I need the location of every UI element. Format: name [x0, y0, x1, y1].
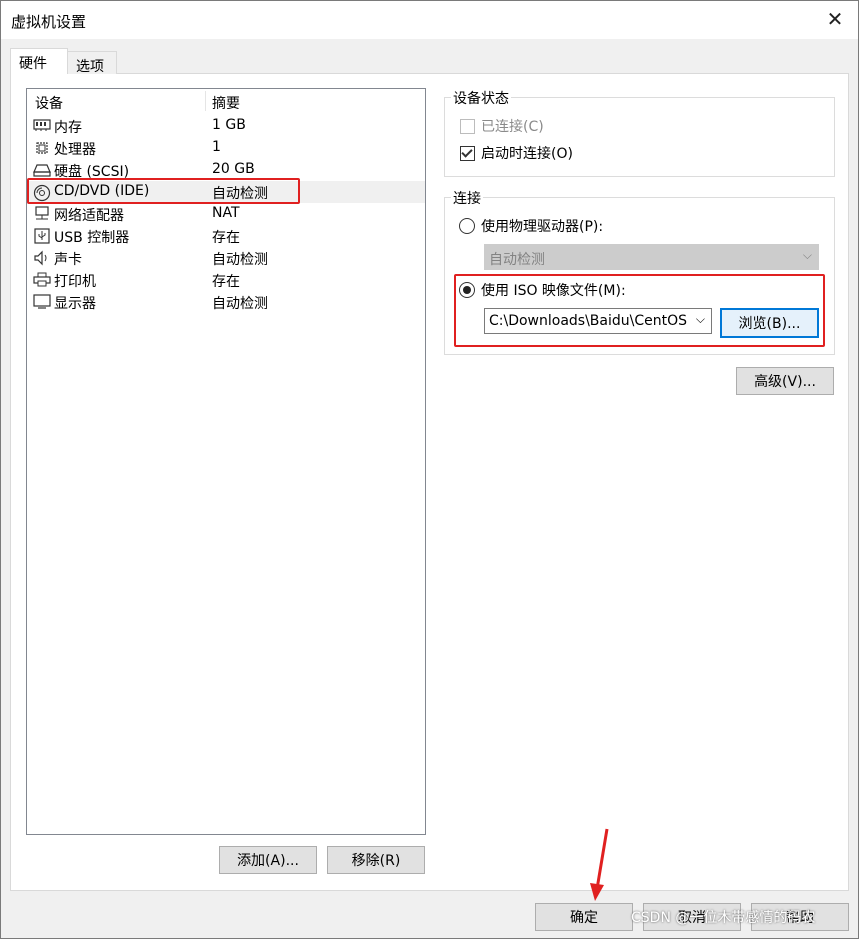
close-icon: ✕ [826, 7, 844, 31]
sound-icon [33, 250, 51, 266]
vm-settings-dialog: 虚拟机设置 ✕ 硬件 选项 设备 摘要 内存 1 GB 处理器 1 硬盘 (SC… [0, 0, 859, 939]
device-name: USB 控制器 [54, 230, 130, 246]
device-summary: 存在 [212, 230, 240, 246]
device-name: 显示器 [54, 296, 96, 312]
highlight-iso-section [454, 274, 825, 347]
checkbox-box [460, 145, 475, 161]
device-summary: 自动检测 [212, 296, 268, 312]
tab-options[interactable]: 选项 [67, 51, 117, 75]
column-header-device[interactable]: 设备 [35, 93, 63, 113]
device-name: 声卡 [54, 252, 82, 268]
device-row-usb-controller[interactable]: USB 控制器 存在 [27, 225, 425, 247]
device-name: 打印机 [54, 274, 96, 290]
device-name: 网络适配器 [54, 208, 124, 224]
close-button[interactable]: ✕ [812, 1, 858, 37]
memory-icon [33, 118, 51, 134]
device-status-group [444, 97, 835, 177]
hard-disk-icon [33, 162, 51, 178]
column-divider [205, 91, 206, 111]
physical-drive-radio[interactable]: 使用物理驱动器(P): [459, 216, 603, 236]
device-name: 内存 [54, 120, 82, 136]
cpu-icon [33, 140, 51, 156]
check-icon [461, 145, 473, 158]
device-row-processor[interactable]: 处理器 1 [27, 137, 425, 159]
device-summary: NAT [212, 205, 240, 221]
device-summary: 1 [212, 139, 221, 155]
advanced-button[interactable]: 高级(V)... [736, 367, 834, 395]
connect-on-start-checkbox[interactable]: 启动时连接(O) [460, 143, 573, 163]
column-header-summary[interactable]: 摘要 [212, 93, 240, 113]
device-row-printer[interactable]: 打印机 存在 [27, 269, 425, 291]
connected-checkbox[interactable]: 已连接(C) [460, 116, 544, 136]
display-icon [33, 294, 51, 310]
device-row-memory[interactable]: 内存 1 GB [27, 115, 425, 137]
tab-hardware[interactable]: 硬件 [10, 48, 68, 74]
chevron-down-icon: ⌵ [802, 248, 812, 262]
add-button[interactable]: 添加(A)... [219, 846, 317, 874]
device-row-sound-card[interactable]: 声卡 自动检测 [27, 247, 425, 269]
watermark: CSDN @一位木带感情的码农 [631, 910, 816, 926]
device-status-title: 设备状态 [451, 88, 511, 108]
device-summary: 自动检测 [212, 252, 268, 268]
connection-title: 连接 [451, 188, 483, 208]
remove-button[interactable]: 移除(R) [327, 846, 425, 874]
printer-icon [33, 272, 51, 288]
device-summary: 20 GB [212, 161, 255, 177]
window-title: 虚拟机设置 [11, 13, 87, 31]
ok-button[interactable]: 确定 [535, 903, 633, 931]
red-arrow-annotation [590, 828, 609, 901]
device-row-network-adapter[interactable]: 网络适配器 NAT [27, 203, 425, 225]
device-summary: 存在 [212, 274, 240, 290]
highlight-cd-dvd-row [27, 178, 300, 204]
physical-drive-select: 自动检测 ⌵ [484, 244, 819, 270]
title-bar: 虚拟机设置 ✕ [1, 1, 858, 39]
network-icon [33, 206, 51, 222]
radio-circle [459, 218, 475, 234]
checkbox-box [460, 118, 475, 134]
device-row-display[interactable]: 显示器 自动检测 [27, 291, 425, 313]
device-name: 处理器 [54, 142, 96, 158]
usb-icon [33, 228, 51, 244]
device-list-header: 设备 摘要 [27, 89, 425, 113]
device-summary: 1 GB [212, 117, 246, 133]
